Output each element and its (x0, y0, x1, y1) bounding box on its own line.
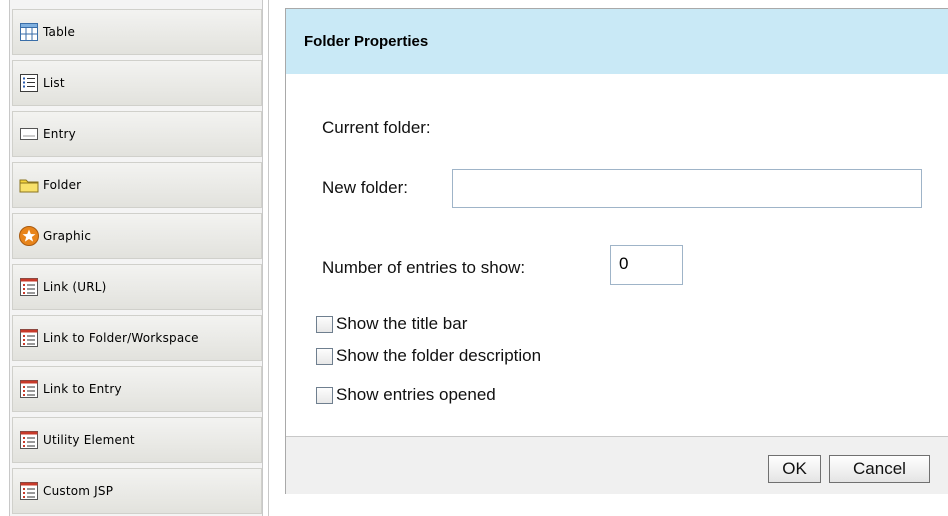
dialog-body: Current folder: New folder: Number of en… (286, 74, 948, 436)
custom-jsp-icon (19, 481, 39, 501)
list-icon (19, 73, 39, 93)
palette-item-label: Table (43, 25, 76, 39)
new-folder-label: New folder: (322, 178, 408, 197)
palette-item-link-url[interactable]: Link (URL) (12, 264, 262, 310)
show-title-bar-option[interactable]: Show the title bar (316, 314, 467, 334)
new-folder-input[interactable] (452, 169, 922, 208)
palette-item-label: Custom JSP (43, 484, 114, 498)
graphic-star-icon (19, 226, 39, 246)
palette-item-entry[interactable]: Entry (12, 111, 262, 157)
palette-item-link-entry[interactable]: Link to Entry (12, 366, 262, 412)
link-url-icon (19, 277, 39, 297)
palette-item-label: Folder (43, 178, 82, 192)
folder-icon (19, 175, 39, 195)
palette-item-label: Link (URL) (43, 280, 107, 294)
palette-item-label: Utility Element (43, 433, 135, 447)
show-title-bar-checkbox[interactable] (316, 315, 333, 333)
show-folder-description-checkbox[interactable] (316, 347, 333, 365)
palette-item-folder[interactable]: Folder (12, 162, 262, 208)
utility-element-icon (19, 430, 39, 450)
palette-item-list[interactable]: List (12, 60, 262, 106)
ok-button[interactable]: OK (768, 455, 821, 483)
show-entries-opened-label: Show entries opened (336, 385, 496, 404)
palette-item-label: List (43, 76, 65, 90)
show-folder-description-label: Show the folder description (336, 346, 542, 365)
current-folder-label: Current folder: (322, 118, 431, 137)
show-folder-description-option[interactable]: Show the folder description (316, 346, 541, 366)
element-palette: Table List Entry Folder Graphic Link (UR… (9, 0, 263, 516)
palette-item-utility-element[interactable]: Utility Element (12, 417, 262, 463)
palette-item-label: Graphic (43, 229, 92, 243)
palette-item-graphic[interactable]: Graphic (12, 213, 262, 259)
dialog-footer: OK Cancel (286, 436, 948, 494)
link-entry-icon (19, 379, 39, 399)
palette-item-link-folder-workspace[interactable]: Link to Folder/Workspace (12, 315, 262, 361)
entry-icon (19, 124, 39, 144)
palette-item-label: Link to Folder/Workspace (43, 331, 199, 345)
link-folder-icon (19, 328, 39, 348)
entries-count-input[interactable]: 0 (610, 245, 683, 285)
show-entries-opened-checkbox[interactable] (316, 386, 333, 404)
palette-item-label: Link to Entry (43, 382, 122, 396)
pane-divider (268, 0, 269, 516)
cancel-button[interactable]: Cancel (829, 455, 930, 483)
show-title-bar-label: Show the title bar (336, 314, 468, 333)
dialog-title-bar: Folder Properties (286, 9, 948, 74)
palette-item-table[interactable]: Table (12, 9, 262, 55)
dialog-title: Folder Properties (304, 33, 429, 50)
palette-item-custom-jsp[interactable]: Custom JSP (12, 468, 262, 514)
palette-item-label: Entry (43, 127, 76, 141)
entries-count-label: Number of entries to show: (322, 258, 526, 277)
table-icon (19, 22, 39, 42)
show-entries-opened-option[interactable]: Show entries opened (316, 385, 496, 405)
folder-properties-dialog: Folder Properties Current folder: New fo… (285, 8, 948, 494)
